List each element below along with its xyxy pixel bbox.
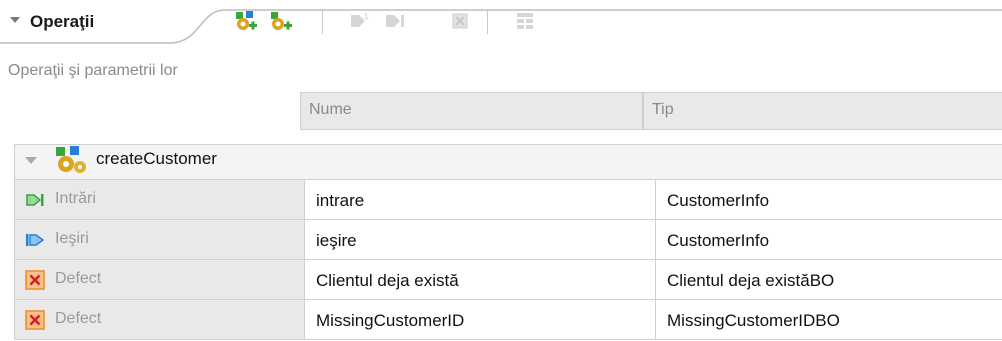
add-fault-icon[interactable] xyxy=(447,8,473,34)
type-cell[interactable]: CustomerInfo xyxy=(656,180,1002,220)
kind-label: Defect xyxy=(55,270,102,287)
kind-cell: Ieşiri xyxy=(14,220,305,260)
operation-name[interactable]: createCustomer xyxy=(96,149,217,169)
param-name: MissingCustomerID xyxy=(316,311,465,330)
show-details-icon[interactable] xyxy=(512,8,538,34)
fault-icon xyxy=(25,270,45,290)
table-row[interactable]: Defect MissingCustomerID MissingCustomer… xyxy=(14,300,1002,340)
add-request-response-icon[interactable] xyxy=(268,8,294,34)
section-description: Operaţii şi parametrii lor xyxy=(8,62,178,79)
table-row[interactable]: Defect Clientul deja există Clientul dej… xyxy=(14,260,1002,300)
kind-cell: Defect xyxy=(14,260,305,300)
type-cell[interactable]: MissingCustomerIDBO xyxy=(656,300,1002,340)
name-cell[interactable]: Clientul deja există xyxy=(305,260,656,300)
output-icon xyxy=(26,234,45,246)
name-cell[interactable]: intrare xyxy=(305,180,656,220)
param-name: intrare xyxy=(316,191,365,210)
name-cell[interactable]: ieşire xyxy=(305,220,656,260)
table-row[interactable]: Intrări intrare CustomerInfo xyxy=(14,180,1002,220)
kind-label: Ieşiri xyxy=(55,230,89,247)
param-type: CustomerInfo xyxy=(667,191,770,210)
toolbar-separator xyxy=(322,10,323,34)
add-input-icon[interactable]: 1 xyxy=(346,8,372,34)
operation-icon xyxy=(56,146,86,173)
toolbar-separator xyxy=(487,10,488,34)
input-icon xyxy=(26,194,44,206)
svg-text:1: 1 xyxy=(364,12,369,21)
param-name: ieşire xyxy=(316,231,357,250)
column-header-type[interactable]: Tip xyxy=(643,92,1002,130)
collapse-icon[interactable] xyxy=(9,14,21,26)
table-row[interactable]: Ieşiri ieşire CustomerInfo xyxy=(14,220,1002,260)
section-tab-outline xyxy=(0,9,1002,44)
type-cell[interactable]: CustomerInfo xyxy=(656,220,1002,260)
kind-label: Intrări xyxy=(55,190,96,207)
param-type: Clientul deja existăBO xyxy=(667,271,835,290)
fault-icon xyxy=(25,310,45,330)
add-output-icon[interactable] xyxy=(381,8,407,34)
type-cell[interactable]: Clientul deja existăBO xyxy=(656,260,1002,300)
section-header: Operaţii 1 xyxy=(0,0,1002,44)
name-cell[interactable]: MissingCustomerID xyxy=(305,300,656,340)
add-operation-icon[interactable] xyxy=(233,8,259,34)
kind-cell: Defect xyxy=(14,300,305,340)
section-title: Operaţii xyxy=(30,12,95,31)
param-type: CustomerInfo xyxy=(667,231,770,250)
param-name: Clientul deja există xyxy=(316,271,459,290)
kind-cell: Intrări xyxy=(14,180,305,220)
kind-label: Defect xyxy=(55,310,102,327)
expand-operation-icon[interactable] xyxy=(25,156,37,166)
column-header-name[interactable]: Nume xyxy=(300,92,643,130)
param-type: MissingCustomerIDBO xyxy=(667,311,840,330)
